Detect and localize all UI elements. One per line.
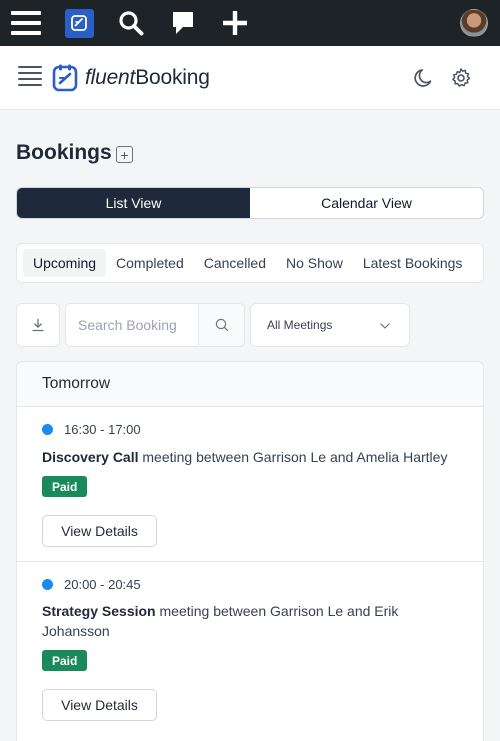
meetings-select[interactable]: All Meetings	[250, 303, 410, 347]
booking-status-tabs: Upcoming Completed Cancelled No Show Lat…	[16, 243, 484, 283]
view-toggle: List View Calendar View	[16, 187, 484, 219]
view-details-button[interactable]: View Details	[42, 515, 157, 547]
account-menu[interactable]	[458, 0, 490, 46]
tab-completed[interactable]: Completed	[106, 249, 194, 277]
download-icon	[32, 318, 44, 332]
list-view-button[interactable]: List View	[17, 188, 250, 218]
search-group	[65, 303, 245, 347]
admin-search[interactable]	[116, 0, 146, 46]
logo-text-part2: Booking	[135, 66, 210, 89]
download-button[interactable]	[16, 303, 60, 347]
booking-time-row: 16:30 - 17:00	[42, 422, 141, 437]
moon-icon[interactable]	[413, 67, 435, 89]
booking-title: Discovery Call meeting between Garrison …	[42, 447, 467, 467]
booking-participants: meeting between Garrison Le and Amelia H…	[138, 449, 448, 465]
search-button[interactable]	[198, 304, 244, 346]
tab-no-show[interactable]: No Show	[276, 249, 353, 277]
event-name: Strategy Session	[42, 603, 156, 619]
logo-icon	[52, 64, 78, 92]
app-shortcut[interactable]	[64, 0, 94, 46]
booking-title: Strategy Session meeting between Garriso…	[42, 601, 467, 641]
event-name: Discovery Call	[42, 449, 139, 465]
meetings-select-value: All Meetings	[267, 318, 333, 332]
status-dot	[42, 424, 53, 435]
booking-time: 16:30 - 17:00	[64, 422, 141, 437]
booking-time: 20:00 - 20:45	[64, 577, 141, 592]
plus-icon	[223, 11, 247, 35]
add-booking-icon[interactable]: +	[116, 146, 133, 163]
page-title: Bookings	[16, 141, 112, 164]
tab-upcoming[interactable]: Upcoming	[23, 249, 107, 277]
group-heading: Tomorrow	[17, 362, 483, 407]
sidebar-toggle-button[interactable]	[18, 66, 42, 86]
calendar-view-button[interactable]: Calendar View	[250, 188, 483, 218]
admin-menu-toggle[interactable]	[10, 0, 42, 46]
booking-item: 16:30 - 17:00 Discovery Call meeting bet…	[17, 407, 483, 562]
status-dot	[42, 579, 53, 590]
search-icon	[119, 11, 144, 36]
search-input[interactable]	[66, 304, 198, 346]
admin-bar	[0, 0, 500, 46]
gear-icon[interactable]	[450, 67, 472, 89]
avatar	[460, 9, 488, 37]
logo-text-part1: fluent	[85, 66, 136, 89]
admin-new[interactable]	[220, 0, 250, 46]
chevron-down-icon	[380, 323, 390, 329]
tab-latest-bookings[interactable]: Latest Bookings	[353, 249, 473, 277]
menu-icon	[11, 11, 41, 35]
status-badge: Paid	[42, 476, 88, 497]
booking-item: 20:00 - 20:45 Strategy Session meeting b…	[17, 562, 483, 741]
tab-cancelled[interactable]: Cancelled	[194, 249, 276, 277]
bookings-card: Tomorrow 16:30 - 17:00 Discovery Call me…	[16, 361, 484, 741]
logo: fluentBooking	[52, 63, 210, 93]
status-badge: Paid	[42, 650, 88, 671]
view-details-button[interactable]: View Details	[42, 689, 157, 721]
app-icon	[64, 8, 94, 38]
booking-time-row: 20:00 - 20:45	[42, 577, 141, 592]
search-icon	[215, 318, 228, 332]
admin-comments[interactable]	[168, 0, 198, 46]
comment-icon	[173, 12, 193, 34]
